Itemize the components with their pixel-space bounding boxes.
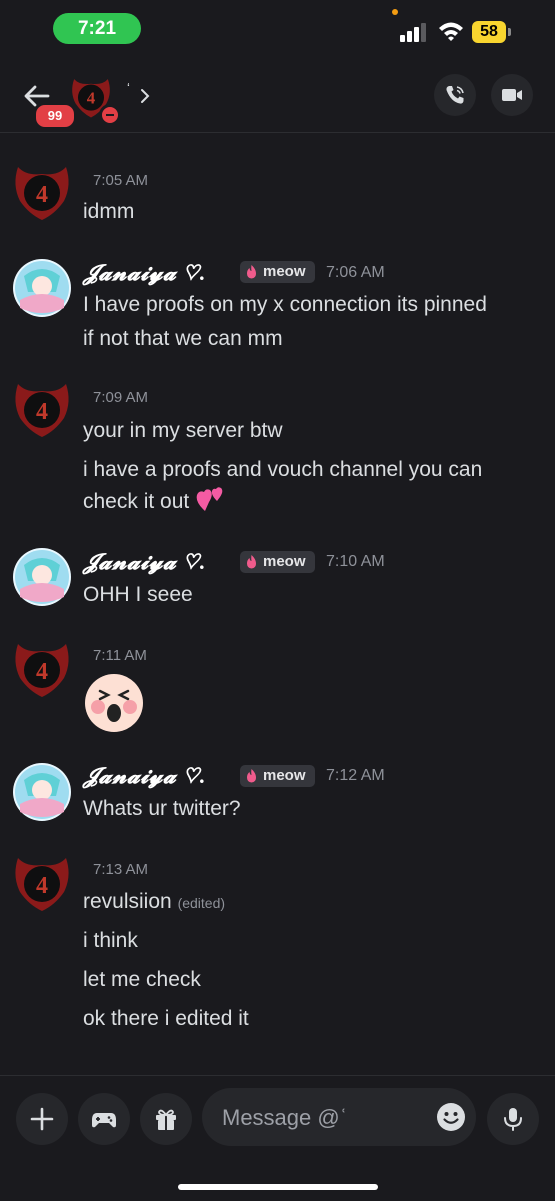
- server-tag-label: meow: [263, 553, 306, 570]
- message-text: i have a proofs and vouch channel you ca…: [83, 458, 483, 481]
- user-avatar[interactable]: [12, 547, 72, 607]
- flame-icon: [247, 769, 256, 783]
- message-text: check it out: [83, 490, 190, 513]
- svg-text:4: 4: [36, 659, 48, 685]
- wifi-icon: [439, 22, 463, 41]
- message-text-line: revulsiion (edited): [83, 885, 225, 920]
- battery-level: 58: [472, 21, 506, 43]
- message-text-line: check it out: [83, 485, 225, 519]
- message-list: 4 7:05 AM idmm 𝓙𝓪𝓷𝓪𝓲𝔂𝓪 ♡. meow 7:06 AM I…: [0, 133, 555, 1073]
- svg-text:4: 4: [87, 89, 96, 108]
- message-timestamp: 7:11 AM: [93, 647, 147, 664]
- message-timestamp: 7:06 AM: [326, 264, 385, 281]
- username[interactable]: 𝓙𝓪𝓷𝓪𝓲𝔂𝓪 ♡.: [83, 549, 206, 575]
- server-tag[interactable]: meow: [240, 261, 315, 283]
- message-text: let me check: [83, 968, 201, 991]
- video-icon: [502, 89, 522, 101]
- server-tag-label: meow: [263, 263, 306, 280]
- server-tag[interactable]: meow: [240, 765, 315, 787]
- svg-text:4: 4: [36, 399, 48, 425]
- chevron-right-icon[interactable]: [138, 88, 152, 104]
- message-text: OHH I seee: [83, 583, 193, 606]
- user-avatar[interactable]: [12, 762, 72, 822]
- two-hearts-emoji: [196, 487, 223, 511]
- message-timestamp: 7:09 AM: [93, 389, 149, 406]
- user-avatar[interactable]: 4: [12, 378, 72, 438]
- message-text: your in my server btw: [83, 419, 283, 442]
- message-field[interactable]: [202, 1088, 476, 1148]
- status-bar: 7:21 58: [0, 0, 555, 60]
- message-input[interactable]: [220, 1088, 424, 1148]
- call-icon: [446, 86, 464, 104]
- do-not-disturb-icon: [99, 104, 121, 126]
- username[interactable]: 𝓙𝓪𝓷𝓪𝓲𝔂𝓪 ♡.: [83, 763, 206, 789]
- username[interactable]: 𝓙𝓪𝓷𝓪𝓲𝔂𝓪 ♡.: [83, 260, 206, 286]
- plus-icon: [30, 1107, 54, 1131]
- home-indicator: [178, 1184, 378, 1190]
- header-channel-name[interactable]: ‘: [127, 80, 130, 95]
- edited-label: (edited): [177, 895, 226, 911]
- svg-text:4: 4: [36, 873, 48, 899]
- status-time: 7:21: [53, 13, 141, 44]
- smiley-icon[interactable]: [436, 1102, 466, 1132]
- video-button[interactable]: [491, 74, 533, 116]
- message-timestamp: 7:05 AM: [93, 172, 149, 189]
- gamepad-icon: [92, 1113, 116, 1128]
- mic-in-use-indicator: [392, 9, 398, 15]
- user-avatar[interactable]: [12, 258, 72, 318]
- call-button[interactable]: [434, 74, 476, 116]
- message-text: i think: [83, 929, 138, 952]
- cellular-signal-icon: [400, 23, 426, 42]
- message-timestamp: 7:10 AM: [326, 553, 385, 570]
- server-tag-label: meow: [263, 767, 306, 784]
- activities-button[interactable]: [78, 1093, 130, 1145]
- svg-text:4: 4: [36, 182, 48, 208]
- message-composer: [0, 1075, 555, 1201]
- dm-header: 99 4 ‘: [0, 60, 555, 133]
- user-avatar[interactable]: 4: [12, 161, 72, 221]
- message-text: if not that we can mm: [83, 327, 283, 350]
- gift-icon: [156, 1109, 176, 1130]
- voice-message-button[interactable]: [487, 1093, 539, 1145]
- message-timestamp: 7:12 AM: [326, 767, 385, 784]
- battery-nub: [508, 28, 511, 36]
- message-text: revulsiion: [83, 890, 172, 913]
- flame-icon: [247, 265, 256, 279]
- flame-icon: [247, 555, 256, 569]
- message-timestamp: 7:13 AM: [93, 861, 149, 878]
- message-text: ok there i edited it: [83, 1007, 249, 1030]
- gift-button[interactable]: [140, 1093, 192, 1145]
- add-attachment-button[interactable]: [16, 1093, 68, 1145]
- user-avatar[interactable]: 4: [12, 638, 72, 698]
- message-text: I have proofs on my x connection its pin…: [83, 293, 487, 316]
- crying-face-emoji[interactable]: [84, 673, 144, 733]
- user-avatar[interactable]: 4: [12, 852, 72, 912]
- microphone-icon: [504, 1108, 522, 1131]
- server-tag[interactable]: meow: [240, 551, 315, 573]
- message-text: idmm: [83, 200, 135, 223]
- message-text: Whats ur twitter?: [83, 797, 241, 820]
